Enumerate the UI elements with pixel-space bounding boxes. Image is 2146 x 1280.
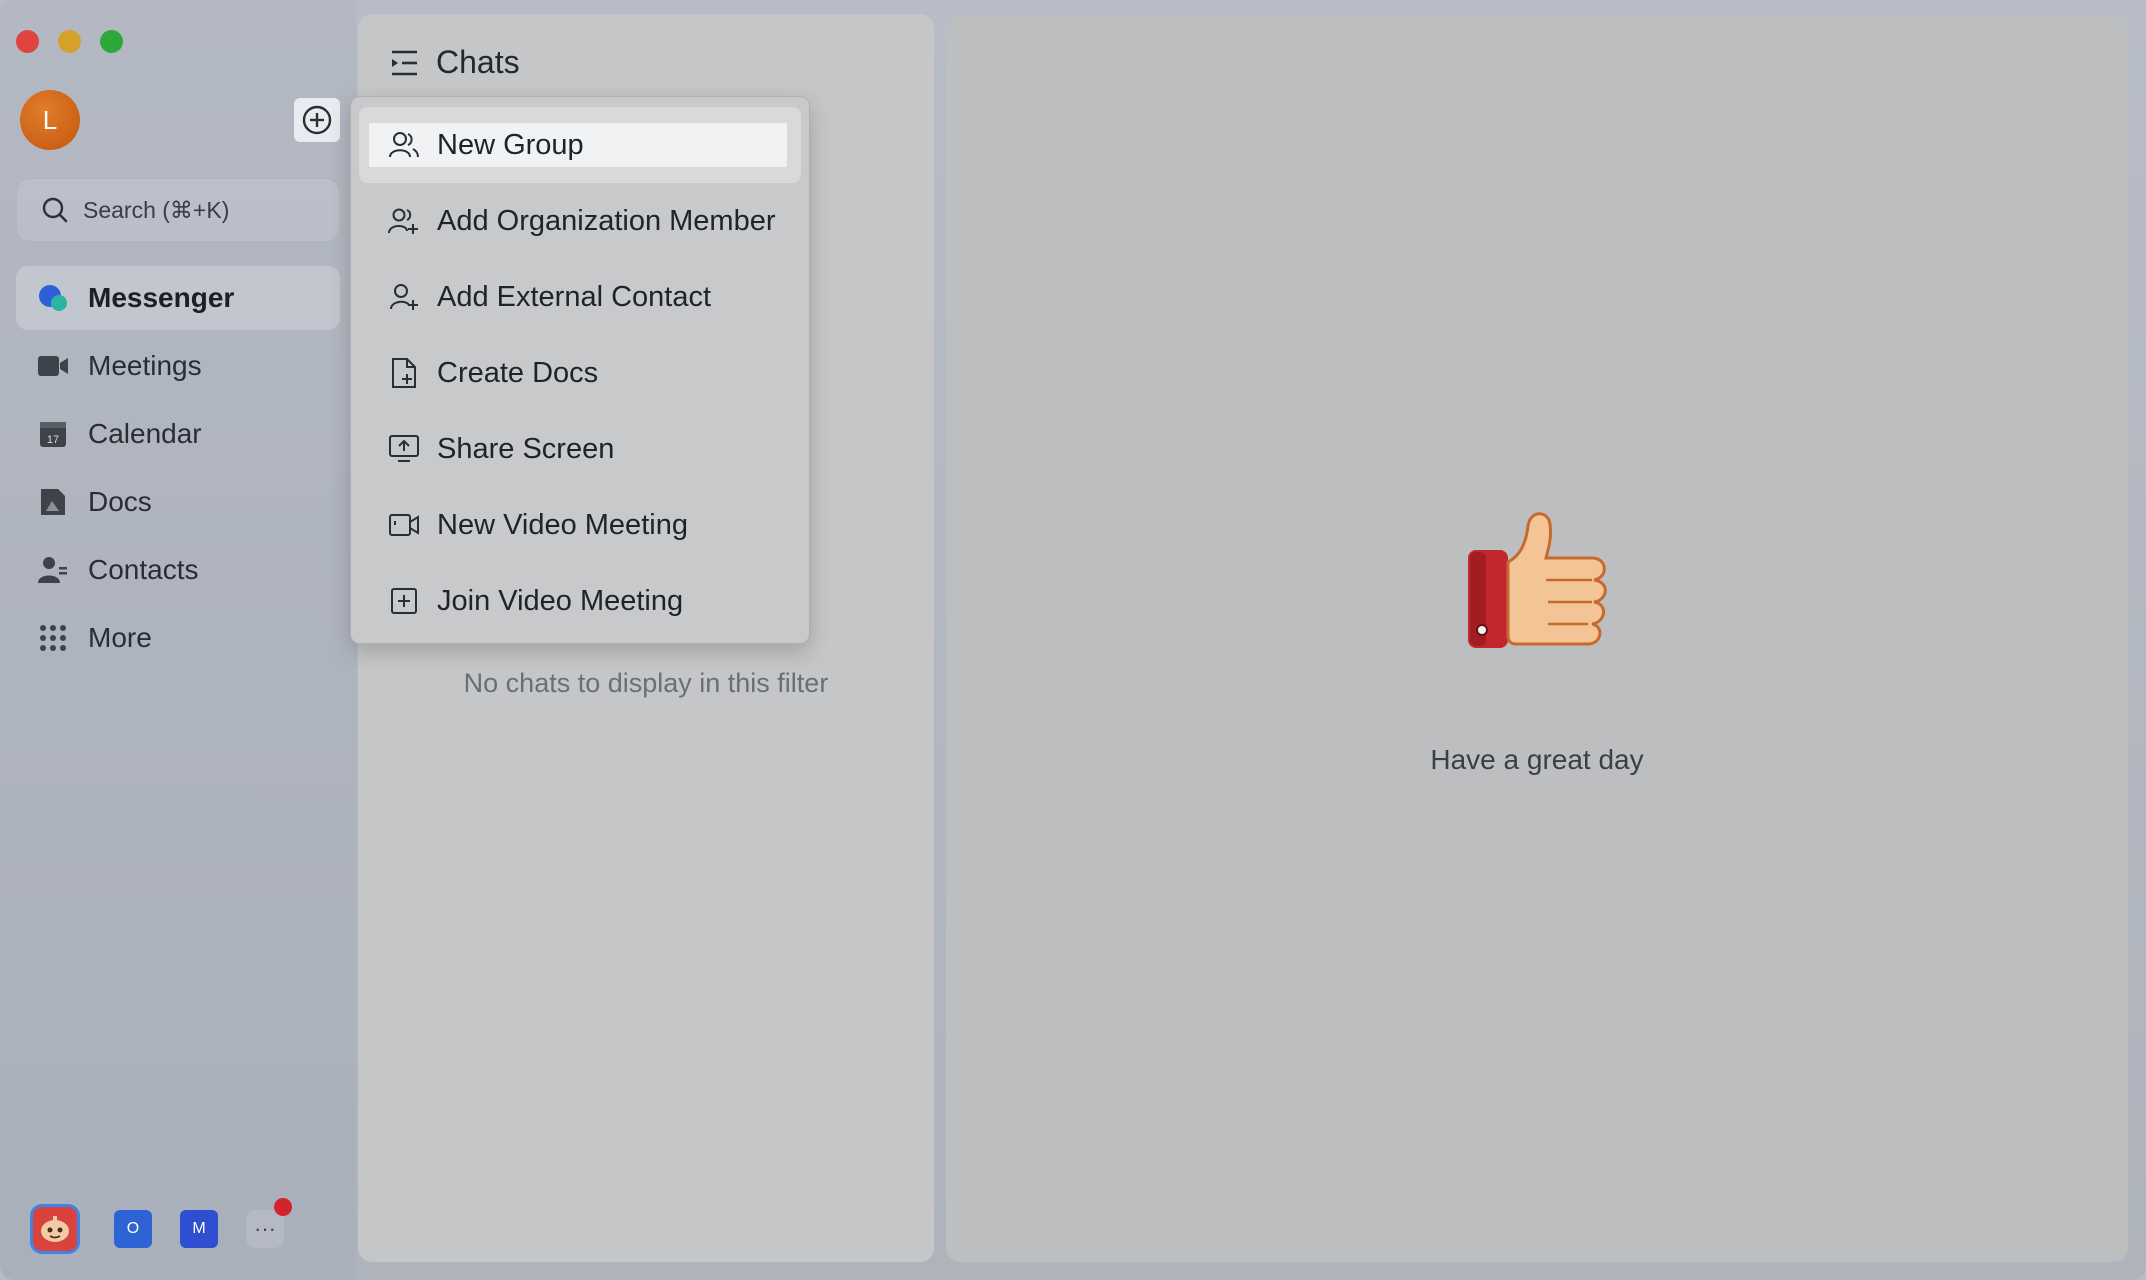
create-doc-icon <box>387 356 421 390</box>
sidebar-item-meetings[interactable]: Meetings <box>16 334 340 398</box>
menu-item-join-video-meeting[interactable]: Join Video Meeting <box>359 563 801 639</box>
sidebar: L Search (⌘+K) Messenger Meetings 17 Cal… <box>0 0 356 1280</box>
dock-more-button[interactable]: ··· <box>246 1198 292 1248</box>
contacts-icon <box>36 553 70 587</box>
app-window: L Search (⌘+K) Messenger Meetings 17 Cal… <box>0 0 2146 1280</box>
empty-chats-message: No chats to display in this filter <box>463 668 829 698</box>
notification-badge <box>274 1198 292 1216</box>
more-dots-label: ··· <box>254 1216 276 1241</box>
sidebar-item-label: Calendar <box>88 418 202 449</box>
menu-item-label: Join Video Meeting <box>437 584 684 617</box>
docs-icon <box>36 485 70 519</box>
add-menu: New Group Add Organization Member Add Ex… <box>350 96 810 644</box>
sidebar-item-calendar[interactable]: 17 Calendar <box>16 402 340 466</box>
menu-item-label: New Group <box>437 128 584 161</box>
avatar[interactable]: L <box>20 90 80 150</box>
menu-item-label: New Video Meeting <box>437 508 688 541</box>
main-panel: Have a great day <box>946 14 2128 1262</box>
sidebar-item-label: Contacts <box>88 554 199 585</box>
minimize-window-button[interactable] <box>58 30 81 53</box>
menu-item-label: Add External Contact <box>437 280 712 313</box>
maximize-window-button[interactable] <box>100 30 123 53</box>
share-screen-icon <box>387 432 421 466</box>
robot-icon <box>41 1216 69 1242</box>
group-icon <box>387 128 421 162</box>
sidebar-item-label: Meetings <box>88 350 202 381</box>
menu-item-label: Add Organization Member <box>437 204 776 237</box>
robot-app-button[interactable] <box>30 1204 80 1254</box>
sidebar-item-label: Messenger <box>88 282 235 313</box>
video-camera-icon <box>36 349 70 383</box>
video-meeting-icon <box>387 508 421 542</box>
o-app-button[interactable]: O <box>114 1210 152 1248</box>
chats-header: Chats <box>388 44 520 81</box>
sidebar-item-docs[interactable]: Docs <box>16 470 340 534</box>
page-title: Chats <box>436 44 520 80</box>
close-window-button[interactable] <box>16 30 39 53</box>
window-controls <box>16 30 123 53</box>
menu-item-label: Share Screen <box>437 432 615 465</box>
add-button[interactable] <box>294 98 340 142</box>
add-member-icon <box>387 204 421 238</box>
search-icon <box>42 197 68 223</box>
avatar-initial: L <box>42 104 58 135</box>
m-app-button[interactable]: M <box>180 1210 218 1248</box>
sidebar-item-contacts[interactable]: Contacts <box>16 538 340 602</box>
plus-circle-icon <box>302 105 332 135</box>
app-dock: O M ··· <box>30 1198 292 1254</box>
sidebar-item-label: More <box>88 622 152 653</box>
menu-item-label: Create Docs <box>437 356 599 389</box>
sidebar-item-more[interactable]: More <box>16 606 340 670</box>
collapse-list-icon[interactable] <box>388 48 420 78</box>
menu-item-add-external-contact[interactable]: Add External Contact <box>359 259 801 335</box>
menu-item-new-group[interactable]: New Group <box>359 107 801 183</box>
sidebar-nav: Messenger Meetings 17 Calendar Docs Cont… <box>16 266 340 674</box>
thumbs-up-icon <box>1468 512 1607 648</box>
menu-item-add-organization-member[interactable]: Add Organization Member <box>359 183 801 259</box>
sidebar-item-messenger[interactable]: Messenger <box>16 266 340 330</box>
search-input[interactable]: Search (⌘+K) <box>16 178 340 242</box>
menu-item-new-video-meeting[interactable]: New Video Meeting <box>359 487 801 563</box>
calendar-icon-date: 17 <box>47 434 59 446</box>
greeting-message: Have a great day <box>1430 744 1644 775</box>
m-app-label: M <box>192 1220 206 1237</box>
sidebar-item-label: Docs <box>88 486 152 517</box>
o-app-label: O <box>126 1220 140 1237</box>
join-meeting-icon <box>387 584 421 618</box>
search-placeholder: Search (⌘+K) <box>83 196 230 223</box>
calendar-icon: 17 <box>36 417 70 451</box>
menu-item-create-docs[interactable]: Create Docs <box>359 335 801 411</box>
add-contact-icon <box>387 280 421 314</box>
messenger-icon <box>36 281 70 315</box>
menu-item-share-screen[interactable]: Share Screen <box>359 411 801 487</box>
grid-dots-icon <box>36 621 70 655</box>
